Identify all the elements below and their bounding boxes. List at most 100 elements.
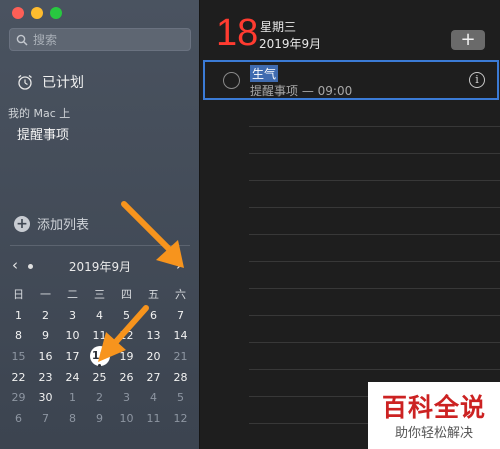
calendar-day-label: 3 [69, 308, 76, 322]
reminder-checkbox[interactable] [223, 72, 240, 89]
mini-calendar-header: ‹ 2019年9月 › [0, 256, 200, 276]
calendar-day[interactable]: 30 [32, 391, 59, 404]
calendar-day-label: 23 [38, 370, 53, 384]
calendar-day-label: 13 [146, 329, 161, 343]
calendar-day[interactable]: 1 [59, 391, 86, 404]
close-window-button[interactable] [12, 7, 24, 19]
calendar-day-label: 6 [150, 308, 157, 322]
watermark-logo: 百科全说 助你轻松解决 [368, 382, 500, 449]
window-controls [12, 7, 62, 19]
calendar-day[interactable]: 10 [59, 329, 86, 342]
calendar-day[interactable]: 28 [167, 371, 194, 384]
add-reminder-button[interactable]: + [451, 30, 485, 50]
calendar-day[interactable]: 14 [167, 329, 194, 342]
calendar-day[interactable]: 16 [32, 350, 59, 363]
calendar-day-label: 8 [15, 329, 22, 343]
calendar-day-label: 21 [173, 349, 188, 363]
calendar-day-label: 4 [96, 308, 103, 322]
year-month-label: 2019年9月 [259, 37, 322, 51]
scheduled-list-item[interactable]: 已计划 [16, 72, 84, 92]
calendar-day-selected[interactable]: 18 [86, 346, 113, 368]
scheduled-label: 已计划 [42, 75, 84, 91]
next-month-button[interactable]: › [176, 256, 182, 274]
calendar-day[interactable]: 27 [140, 371, 167, 384]
weekday-header: 六 [175, 288, 186, 302]
calendar-day[interactable]: 13 [140, 329, 167, 342]
calendar-day-label: 27 [146, 370, 161, 384]
calendar-day[interactable]: 15 [5, 350, 32, 363]
calendar-day[interactable]: 5 [167, 391, 194, 404]
calendar-day[interactable]: 11 [86, 329, 113, 342]
calendar-day[interactable]: 3 [113, 391, 140, 404]
calendar-day[interactable]: 21 [167, 350, 194, 363]
calendar-day[interactable]: 2 [86, 391, 113, 404]
calendar-day[interactable]: 9 [86, 412, 113, 425]
search-icon [16, 34, 28, 46]
info-icon[interactable]: i [469, 72, 485, 88]
calendar-day[interactable]: 6 [5, 412, 32, 425]
calendar-day-label: 19 [119, 349, 134, 363]
calendar-day[interactable]: 8 [59, 412, 86, 425]
calendar-day-label: 15 [11, 349, 26, 363]
calendar-day-label: 25 [92, 370, 107, 384]
calendar-day-label: 17 [65, 349, 80, 363]
calendar-week-row: 22 23 24 25 26 27 28 [5, 367, 194, 388]
calendar-day[interactable]: 12 [113, 329, 140, 342]
calendar-day[interactable]: 3 [59, 309, 86, 322]
calendar-day-label: 20 [146, 349, 161, 363]
calendar-week-row: 8 9 10 11 12 13 14 [5, 325, 194, 346]
calendar-day[interactable]: 7 [32, 412, 59, 425]
day-number: 18 [216, 12, 259, 54]
calendar-day[interactable]: 6 [140, 309, 167, 322]
calendar-day-label: 11 [146, 411, 161, 425]
empty-line [249, 154, 500, 181]
zoom-window-button[interactable] [50, 7, 62, 19]
calendar-day-label: 28 [173, 370, 188, 384]
calendar-day[interactable]: 4 [86, 309, 113, 322]
calendar-day-label: 9 [42, 329, 49, 343]
calendar-week-row: 15 16 17 18 19 20 21 [5, 346, 194, 368]
calendar-day[interactable]: 23 [32, 371, 59, 384]
calendar-week-row: 6 7 8 9 10 11 12 [5, 408, 194, 429]
calendar-day[interactable]: 1 [5, 309, 32, 322]
calendar-day[interactable]: 10 [113, 412, 140, 425]
empty-line [249, 100, 500, 127]
calendar-day[interactable]: 19 [113, 350, 140, 363]
calendar-day[interactable]: 9 [32, 329, 59, 342]
alarm-clock-icon [18, 74, 32, 90]
calendar-day[interactable]: 5 [113, 309, 140, 322]
calendar-day[interactable]: 7 [167, 309, 194, 322]
calendar-day[interactable]: 8 [5, 329, 32, 342]
calendar-day-label: 12 [173, 411, 188, 425]
calendar-day-label: 16 [38, 349, 53, 363]
calendar-day[interactable]: 29 [5, 391, 32, 404]
calendar-day[interactable]: 26 [113, 371, 140, 384]
calendar-day[interactable]: 25 [86, 371, 113, 384]
weekday-header: 日 [13, 288, 24, 302]
calendar-week-row: 1 2 3 4 5 6 7 [5, 305, 194, 326]
calendar-day[interactable]: 11 [140, 412, 167, 425]
weekday-header-row: 日一二三四五六 [5, 284, 194, 305]
calendar-day[interactable]: 4 [140, 391, 167, 404]
search-input[interactable] [33, 32, 183, 47]
minimize-window-button[interactable] [31, 7, 43, 19]
calendar-day-label: 7 [177, 308, 184, 322]
reminder-title[interactable]: 生气 [250, 65, 279, 82]
empty-line [249, 316, 500, 343]
calendar-day[interactable]: 12 [167, 412, 194, 425]
calendar-day[interactable]: 17 [59, 350, 86, 363]
calendar-day[interactable]: 22 [5, 371, 32, 384]
calendar-day-label: 12 [119, 329, 134, 343]
search-box[interactable] [9, 28, 191, 51]
empty-line [249, 262, 500, 289]
sidebar-item-reminders[interactable]: 提醒事项 [17, 124, 69, 143]
add-list-button[interactable]: + 添加列表 [14, 214, 89, 233]
calendar-day[interactable]: 20 [140, 350, 167, 363]
calendar-day[interactable]: 24 [59, 371, 86, 384]
calendar-day-label: 4 [150, 391, 157, 405]
calendar-day-label: 3 [123, 391, 130, 405]
calendar-day[interactable]: 2 [32, 309, 59, 322]
reminder-item[interactable]: 生气 提醒事项 — 09:00 i [203, 60, 499, 100]
empty-line [249, 181, 500, 208]
weekday-header: 一 [40, 288, 51, 302]
